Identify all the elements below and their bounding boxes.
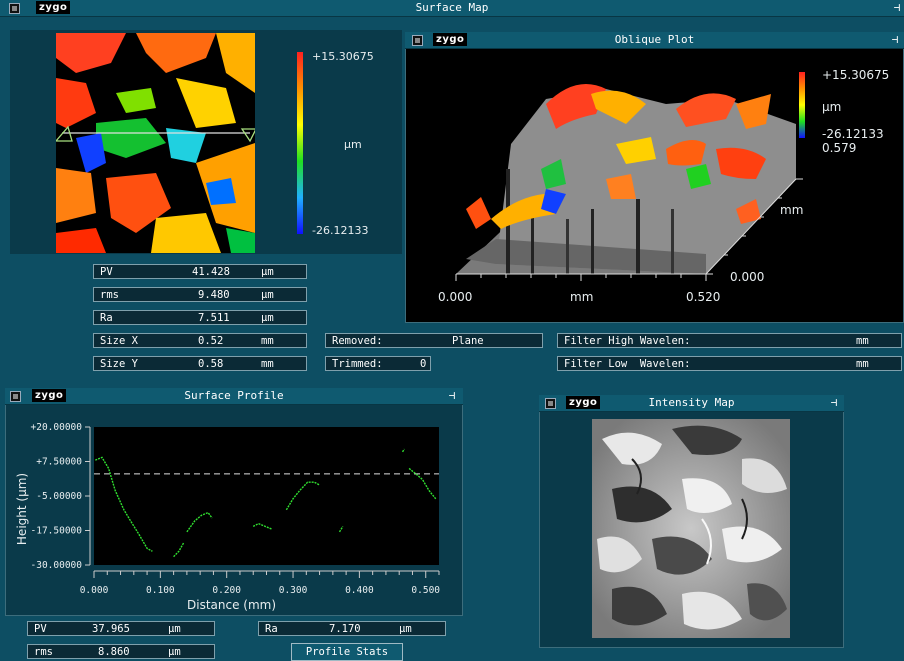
profile-y-tick-label: -5.00000: [36, 491, 82, 502]
stat-size-y-field: Size Y 0.58 mm: [93, 356, 307, 371]
filter-low-unit: mm: [856, 358, 869, 370]
stat-ra-field: Ra 7.511 µm: [93, 310, 307, 325]
profile-stat-pv-unit: µm: [168, 623, 181, 635]
removed-field: Removed: Plane: [325, 333, 543, 348]
profile-x-tick-label: 0.300: [279, 585, 308, 596]
stat-pv-label: PV: [100, 266, 113, 278]
intensity-map-title: Intensity Map: [648, 396, 735, 409]
profile-x-tick-label: 0.200: [212, 585, 241, 596]
profile-stat-ra-label: Ra: [265, 623, 278, 635]
oblique-plot-title: Oblique Plot: [614, 33, 695, 46]
stat-rms-unit: µm: [261, 289, 274, 301]
surface-map-image[interactable]: [56, 33, 255, 253]
intensity-map-pin-icon[interactable]: ⊣: [828, 396, 840, 409]
stat-size-y-unit: mm: [261, 358, 274, 370]
profile-x-axis-label: Distance (mm): [187, 598, 277, 612]
trimmed-label: Trimmed:: [332, 358, 383, 370]
stat-pv-value: 41.428: [192, 266, 230, 278]
oblique-scale-max: +15.30675: [822, 68, 890, 82]
profile-stat-ra-unit: µm: [399, 623, 412, 635]
profile-x-tick-label: 0.000: [80, 585, 109, 596]
stat-size-y-value: 0.58: [198, 358, 224, 370]
oblique-x-min: 0.000: [438, 290, 473, 304]
intensity-map-image[interactable]: [592, 419, 790, 638]
stat-pv-field: PV 41.428 µm: [93, 264, 307, 279]
profile-x-tick-label: 0.500: [411, 585, 440, 596]
filter-high-unit: mm: [856, 335, 869, 347]
filter-low-field: Filter Low Wavelen: mm: [557, 356, 902, 371]
surface-map-scale-max: +15.30675: [312, 50, 374, 63]
profile-plot-area: [94, 427, 439, 565]
oblique-y-unit: mm: [780, 203, 804, 217]
stat-size-x-unit: mm: [261, 335, 274, 347]
profile-stat-pv-label: PV: [34, 623, 47, 635]
oblique-plot-titlebar: zygo Oblique Plot ⊣: [405, 32, 904, 49]
surface-map-title: Surface Map: [415, 1, 489, 14]
profile-stat-ra-field: Ra 7.170 µm: [258, 621, 446, 636]
profile-stat-pv-value: 37.965: [92, 623, 130, 635]
stat-pv-unit: µm: [261, 266, 274, 278]
surface-profile-titlebar: zygo Surface Profile ⊣: [5, 388, 463, 405]
surface-profile-pin-icon[interactable]: ⊣: [446, 389, 458, 402]
oblique-plot-pin-icon[interactable]: ⊣: [889, 33, 901, 46]
surface-map-scale-unit: µm: [344, 138, 362, 151]
removed-value: Plane: [452, 335, 484, 347]
profile-stat-rms-field: rms 8.860 µm: [27, 644, 215, 659]
stat-size-y-label: Size Y: [100, 358, 138, 370]
oblique-y-max: 0.579: [822, 141, 857, 155]
profile-stat-ra-value: 7.170: [329, 623, 361, 635]
trimmed-value: 0: [420, 358, 427, 370]
surface-profile-chart[interactable]: +20.00000 +7.50000 -5.00000 -17.50000 -30.00…: [6, 405, 462, 615]
profile-stat-rms-label: rms: [34, 646, 53, 658]
oblique-y-zero: 0.000: [730, 270, 765, 284]
surface-map-pin-icon[interactable]: ⊣: [891, 1, 903, 14]
filter-low-label: Filter Low Wavelen:: [564, 358, 691, 370]
stat-rms-value: 9.480: [198, 289, 230, 301]
surface-map-scale-min: -26.12133: [312, 224, 369, 237]
profile-stats-button[interactable]: Profile Stats: [291, 643, 403, 661]
profile-y-tick-label: +20.00000: [31, 422, 83, 433]
profile-stat-rms-value: 8.860: [98, 646, 130, 658]
surface-profile-title: Surface Profile: [184, 389, 284, 402]
oblique-3d-plot[interactable]: [406, 49, 903, 322]
profile-y-axis-label: Height (µm): [15, 472, 30, 546]
stat-ra-label: Ra: [100, 312, 113, 324]
oblique-x-max: 0.520: [686, 290, 721, 304]
filter-high-label: Filter High Wavelen:: [564, 335, 691, 347]
profile-y-tick-label: -30.00000: [31, 560, 83, 571]
intensity-map-titlebar: zygo Intensity Map ⊣: [539, 395, 844, 412]
surface-map-color-scale: [297, 52, 303, 234]
filter-high-field: Filter High Wavelen: mm: [557, 333, 902, 348]
oblique-scale-min: -26.12133: [822, 127, 884, 141]
profile-stat-rms-unit: µm: [168, 646, 181, 658]
profile-y-tick-label: +7.50000: [36, 457, 82, 468]
stat-ra-unit: µm: [261, 312, 274, 324]
stat-rms-label: rms: [100, 289, 119, 301]
surface-map-titlebar: zygo Surface Map ⊣: [0, 0, 904, 17]
stat-rms-field: rms 9.480 µm: [93, 287, 307, 302]
profile-stat-pv-field: PV 37.965 µm: [27, 621, 215, 636]
trimmed-field: Trimmed: 0: [325, 356, 431, 371]
stat-size-x-label: Size X: [100, 335, 138, 347]
oblique-x-unit: mm: [570, 290, 594, 304]
stat-ra-value: 7.511: [198, 312, 230, 324]
profile-x-tick-label: 0.400: [345, 585, 374, 596]
stat-size-x-value: 0.52: [198, 335, 224, 347]
profile-x-tick-label: 0.100: [146, 585, 175, 596]
oblique-scale-unit: µm: [822, 100, 842, 114]
profile-y-tick-label: -17.50000: [31, 526, 83, 537]
stat-size-x-field: Size X 0.52 mm: [93, 333, 307, 348]
removed-label: Removed:: [332, 335, 383, 347]
